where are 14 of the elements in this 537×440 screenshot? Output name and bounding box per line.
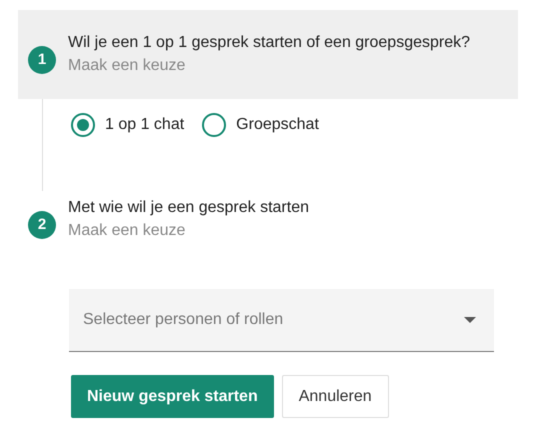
radio-button[interactable]: [202, 113, 226, 137]
people-select-field[interactable]: Selecteer personen of rollen: [69, 289, 494, 352]
step-title: Met wie wil je een gesprek starten: [68, 199, 309, 217]
step-number: 1: [28, 46, 56, 74]
radio-button[interactable]: [71, 113, 95, 137]
start-button[interactable]: Nieuw gesprek starten: [71, 375, 274, 418]
step-number: 2: [28, 210, 56, 238]
step-title: Wil je een 1 op 1 gesprek starten of een groepsgesprek?: [68, 34, 470, 52]
radio-option[interactable]: Groepschat: [202, 113, 319, 137]
caret-icon: [464, 317, 476, 323]
cancel-button[interactable]: Annuleren: [282, 375, 389, 418]
step-subtitle: Maak een keuze: [68, 57, 186, 75]
step-subtitle: Maak een keuze: [68, 222, 186, 240]
radio-option[interactable]: 1 op 1 chat: [71, 113, 184, 137]
